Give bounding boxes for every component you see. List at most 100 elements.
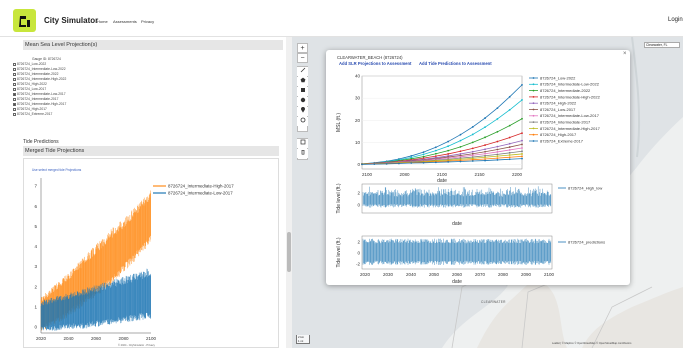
draw-circlemarker-icon[interactable] bbox=[297, 117, 308, 126]
msl-data-point bbox=[496, 155, 499, 158]
msl-data-point bbox=[459, 133, 462, 136]
msl-legend-marker bbox=[532, 108, 535, 111]
msl-xtick-label: 2100 bbox=[362, 172, 373, 177]
app-title[interactable]: City Simulator bbox=[44, 16, 98, 25]
msl-data-point bbox=[496, 140, 499, 143]
msl-data-point bbox=[496, 130, 499, 133]
checkbox-label: 8726724_Extreme-2017 bbox=[17, 112, 53, 116]
edit-layers-icon[interactable] bbox=[297, 139, 308, 148]
msl-data-point bbox=[484, 156, 486, 159]
checkbox-unchecked-icon[interactable] bbox=[13, 112, 16, 116]
mean-sea-level-header[interactable]: Mean Sea Level Projection(s) bbox=[23, 40, 283, 50]
projection-checkbox[interactable]: 8726724_High-2022 bbox=[13, 82, 47, 87]
login-link[interactable]: Login bbox=[668, 17, 683, 23]
msl-legend-marker bbox=[532, 121, 535, 123]
checkbox-unchecked-icon[interactable] bbox=[13, 77, 16, 81]
zoom-out-button[interactable]: − bbox=[297, 53, 308, 63]
msl-data-point bbox=[484, 152, 486, 155]
projection-checkbox[interactable]: 8726724_Intermediate-High-2017 bbox=[13, 102, 66, 107]
msl-xtick-label: 2200 bbox=[512, 172, 523, 177]
projection-checkbox[interactable]: 8726724_Intermediate-Low-2022 bbox=[13, 67, 66, 72]
msl-legend-marker bbox=[532, 133, 535, 136]
msl-legend-label: 8726724_High-2022 bbox=[540, 101, 577, 106]
projection-checkbox[interactable]: 8726724_Extreme-2017 bbox=[13, 112, 52, 117]
map-attribution[interactable]: Leaflet | © Mapbox © OpenStreetMap © Ope… bbox=[552, 342, 631, 345]
msl-ytick-label: 20 bbox=[355, 118, 361, 123]
projection-checkbox[interactable]: 8726724_Low-2022 bbox=[13, 62, 46, 67]
nav-assessments[interactable]: Assessments bbox=[113, 19, 137, 24]
msl-data-point bbox=[508, 154, 511, 156]
pred-xtick-label: 2080 bbox=[498, 272, 509, 277]
checkbox-checked-icon[interactable] bbox=[13, 92, 16, 96]
draw-rectangle-icon[interactable] bbox=[297, 87, 308, 96]
msl-legend-label: 8726724_Intermediate-2017 bbox=[540, 120, 591, 125]
popup-close-button[interactable]: × bbox=[623, 51, 627, 57]
checkbox-unchecked-icon[interactable] bbox=[13, 107, 16, 111]
msl-data-point bbox=[471, 141, 474, 144]
delete-layers-icon[interactable] bbox=[297, 149, 308, 158]
msl-legend-label: 8726724_Intermediate-2022 bbox=[540, 88, 591, 93]
checkbox-unchecked-icon[interactable] bbox=[13, 62, 16, 66]
msl-legend-label: 8726724_Low-2017 bbox=[540, 107, 576, 112]
msl-data-point bbox=[484, 126, 486, 129]
draw-line-icon[interactable] bbox=[297, 67, 308, 76]
draw-polygon-icon[interactable] bbox=[297, 77, 308, 86]
checkbox-unchecked-icon[interactable] bbox=[13, 82, 16, 86]
msl-data-point bbox=[422, 161, 425, 164]
msl-data-point bbox=[459, 153, 462, 155]
projection-checkbox[interactable]: 8726724_Low-2017 bbox=[13, 87, 46, 92]
msl-legend-label: 8726724_Low-2022 bbox=[540, 75, 576, 80]
merged-ytick-label: 2 bbox=[34, 284, 37, 289]
msl-data-point bbox=[459, 160, 462, 163]
scrollbar-thumb[interactable] bbox=[287, 232, 291, 272]
msl-data-point bbox=[447, 161, 450, 163]
msl-yaxis-label: MSL (ft.) bbox=[336, 113, 342, 132]
msl-legend-marker bbox=[532, 127, 535, 130]
nav-home[interactable]: Home bbox=[97, 19, 108, 24]
msl-data-point bbox=[422, 151, 425, 154]
pred-xtick-label: 2050 bbox=[429, 272, 440, 277]
nav-privacy[interactable]: Privacy bbox=[141, 19, 154, 24]
msl-data-point bbox=[521, 139, 523, 142]
msl-data-point bbox=[434, 152, 437, 155]
footer-text: © 2024 - CitySimulator - Privacy bbox=[118, 344, 155, 347]
msl-data-point bbox=[484, 158, 486, 160]
msl-data-point bbox=[521, 150, 523, 153]
zoom-in-button[interactable]: + bbox=[297, 43, 308, 53]
tide-predictions-label[interactable]: Tide Predictions bbox=[23, 139, 59, 145]
pred-xtick-label: 2090 bbox=[521, 272, 532, 277]
projection-checkbox[interactable]: 8726724_Intermediate-2017 bbox=[13, 97, 58, 102]
msl-data-point bbox=[508, 136, 511, 139]
msl-data-point bbox=[373, 163, 376, 166]
checkbox-unchecked-icon[interactable] bbox=[13, 87, 16, 91]
checkbox-unchecked-icon[interactable] bbox=[13, 97, 16, 101]
draw-marker-icon[interactable] bbox=[297, 106, 308, 116]
projection-checkbox[interactable]: 8726724_Intermediate-High-2022 bbox=[13, 77, 66, 82]
msl-data-point bbox=[459, 150, 462, 153]
msl-data-point bbox=[484, 136, 486, 139]
msl-data-point bbox=[459, 139, 462, 142]
msl-data-point bbox=[471, 150, 474, 153]
msl-data-point bbox=[508, 108, 511, 111]
msl-data-point bbox=[434, 155, 437, 158]
merged-ytick-label: 0 bbox=[34, 325, 37, 330]
msl-data-point bbox=[496, 153, 499, 156]
map-search-input[interactable]: Clearwater, FL bbox=[644, 42, 680, 48]
msl-data-point bbox=[508, 149, 511, 151]
popup-charts: 0102030402100 2080 2100 2150 2200dateMSL (ft… bbox=[336, 74, 605, 286]
map-scale: 2 km 1 mi bbox=[296, 335, 310, 344]
checkbox-unchecked-icon[interactable] bbox=[13, 72, 16, 76]
draw-circle-icon[interactable] bbox=[297, 97, 308, 106]
projection-checkbox[interactable]: 8726724_High-2017 bbox=[13, 107, 47, 112]
checkbox-label: 8726724_Intermediate-2017 bbox=[17, 97, 59, 101]
merged-ytick-label: 4 bbox=[34, 244, 37, 249]
checkbox-checked-icon[interactable] bbox=[13, 102, 16, 106]
msl-xtick-label: 2080 bbox=[399, 172, 410, 177]
projection-checkbox[interactable]: 8726724_Intermediate-Low-2017 bbox=[13, 92, 66, 97]
app-logo-icon[interactable] bbox=[13, 9, 36, 32]
merged-xtick-label: 2040 bbox=[63, 336, 74, 341]
merged-xtick-label: 2020 bbox=[36, 336, 47, 341]
projection-checkbox[interactable]: 8726724_Intermediate-2022 bbox=[13, 72, 58, 77]
merged-tide-header[interactable]: Merged Tide Projections bbox=[23, 146, 279, 156]
checkbox-unchecked-icon[interactable] bbox=[13, 67, 16, 71]
